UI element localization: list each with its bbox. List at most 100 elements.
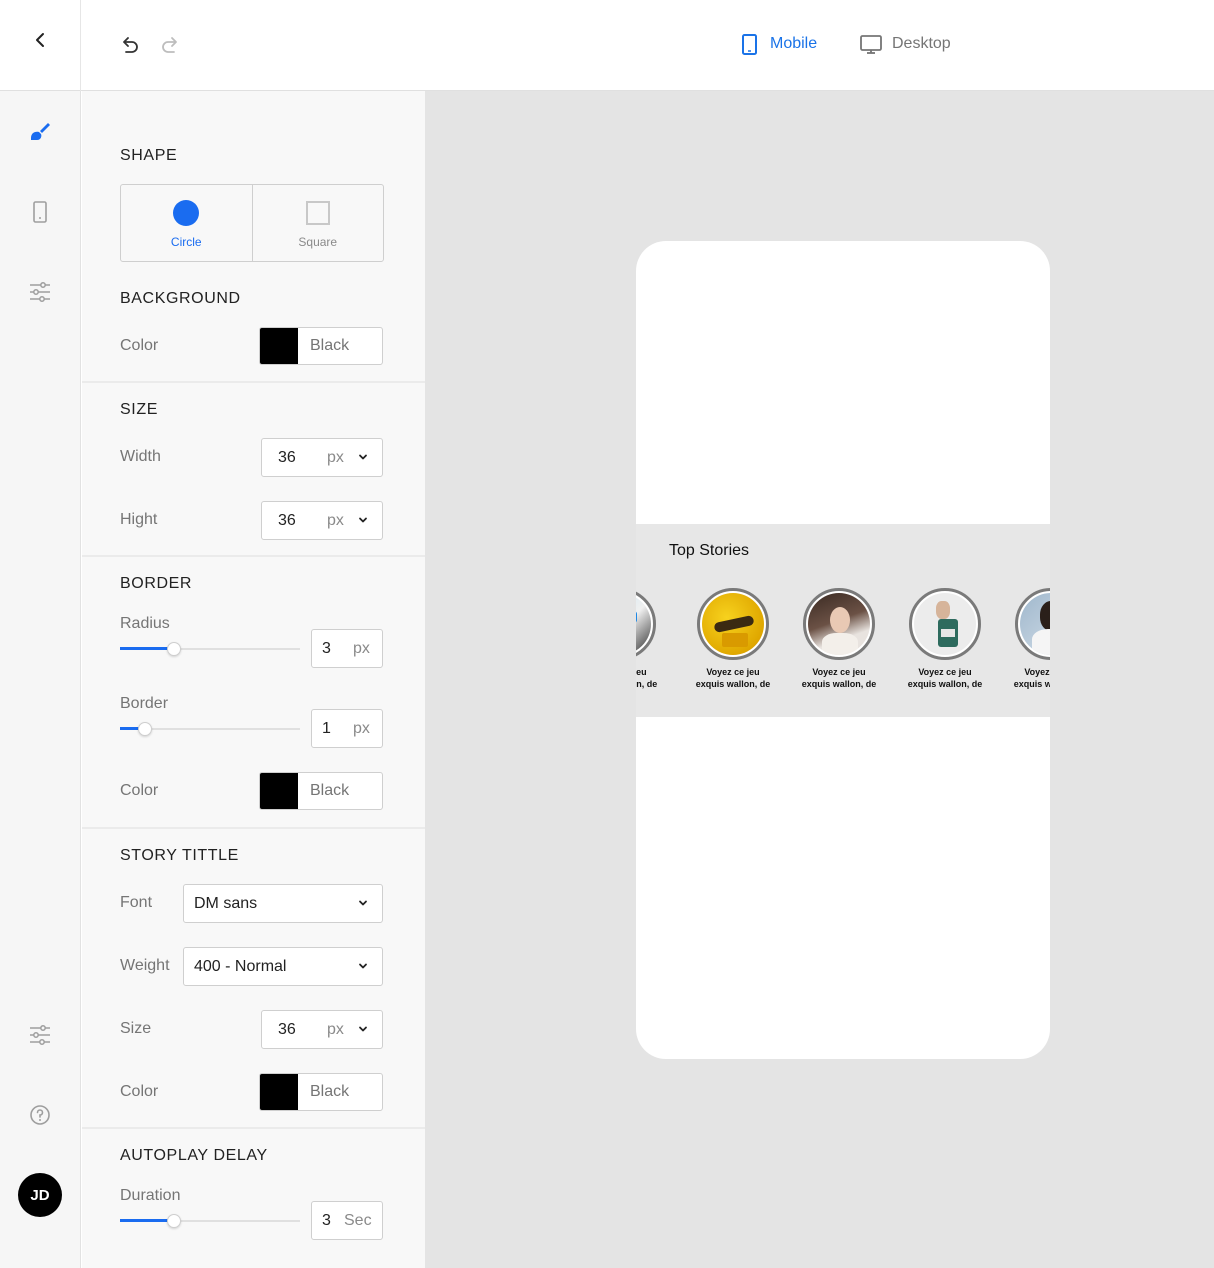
story-image	[636, 593, 651, 655]
shape-background-section: SHAPE Circle Square BACKGROUND Color Bla…	[82, 91, 425, 383]
chevron-down-icon	[359, 900, 367, 906]
slider-fill	[120, 647, 174, 650]
color-swatch	[260, 773, 298, 809]
duration-slider[interactable]	[120, 1213, 300, 1229]
width-input[interactable]: 36 px	[261, 438, 383, 477]
shape-option-square[interactable]: Square	[251, 185, 384, 261]
height-value: 36	[278, 511, 296, 529]
avatar[interactable]: JD	[18, 1173, 62, 1217]
color-swatch	[260, 1074, 298, 1110]
border-section: BORDER Radius 3 px Border 1 px Color Bla…	[82, 557, 425, 829]
duration-input[interactable]: 3 Sec	[311, 1201, 383, 1240]
chevron-down-icon	[359, 963, 367, 969]
width-label: Width	[120, 448, 161, 465]
redo-button[interactable]	[158, 33, 182, 57]
story-image	[808, 593, 870, 655]
story-caption: Voyez ce jeu exquis wallon, de	[636, 667, 658, 689]
radius-unit: px	[353, 640, 370, 657]
font-value: DM sans	[194, 895, 258, 912]
view-mobile-tab[interactable]: Mobile	[740, 32, 817, 56]
radius-slider[interactable]	[120, 641, 300, 657]
shape-option-circle[interactable]: Circle	[121, 185, 252, 261]
story-title-section-title: STORY TITTLE	[120, 847, 239, 864]
weight-value: 400 - Normal	[194, 958, 287, 975]
rail-item-settings[interactable]	[28, 280, 52, 304]
border-width-label: Border	[120, 695, 169, 712]
rail-item-help[interactable]	[28, 1103, 52, 1127]
duration-label: Duration	[120, 1187, 181, 1204]
story-thumbnail	[697, 588, 769, 660]
circle-shape-icon	[173, 200, 200, 226]
radius-label: Radius	[120, 615, 170, 632]
shape-option-label: Square	[298, 235, 338, 249]
shape-selector: Circle Square	[120, 184, 384, 262]
height-input[interactable]: 36 px	[261, 501, 383, 540]
stories-title: Top Stories	[669, 542, 750, 559]
story-thumbnail	[909, 588, 981, 660]
title-color-label: Color	[120, 1083, 159, 1100]
font-size-input[interactable]: 36 px	[261, 1010, 383, 1049]
weight-label: Weight	[120, 957, 170, 974]
background-section-title: BACKGROUND	[120, 290, 241, 307]
chevron-down-icon	[359, 1026, 367, 1032]
left-rail: JD	[0, 91, 81, 1268]
story-caption: Voyez ce jeu exquis wallon, de	[801, 667, 877, 689]
weight-select[interactable]: 400 - Normal	[183, 947, 383, 986]
square-shape-icon	[305, 201, 330, 225]
help-icon	[30, 1105, 50, 1125]
story-image	[1020, 593, 1050, 655]
border-color-label: Color	[120, 782, 159, 799]
back-button[interactable]	[28, 28, 52, 52]
border-width-input[interactable]: 1 px	[311, 709, 383, 748]
story-caption: Voyez ce jeu exquis wallon, de	[1013, 667, 1050, 689]
story-image	[914, 593, 976, 655]
view-mobile-label: Mobile	[770, 35, 818, 52]
redo-icon	[162, 37, 177, 53]
font-size-value: 36	[278, 1020, 296, 1038]
story-item[interactable]: Voyez ce jeu exquis wallon, de	[900, 588, 990, 690]
font-size-label: Size	[120, 1020, 152, 1037]
width-unit: px	[327, 448, 344, 466]
title-color-picker[interactable]: Black	[259, 1073, 383, 1111]
border-width-slider[interactable]	[120, 721, 300, 737]
undo-icon	[123, 37, 138, 53]
story-item[interactable]: Voyez ce jeu exquis wallon, de	[688, 588, 778, 690]
shape-option-label: Circle	[170, 235, 202, 249]
border-color-picker[interactable]: Black	[259, 772, 383, 810]
story-caption: Voyez ce jeu exquis wallon, de	[907, 667, 983, 689]
divider	[80, 0, 81, 91]
border-width-unit: px	[353, 720, 370, 737]
height-label: Hight	[120, 511, 158, 528]
story-item[interactable]: Voyez ce jeu exquis wallon, de	[1006, 588, 1050, 690]
view-desktop-tab[interactable]: Desktop	[860, 32, 951, 56]
slider-fill	[120, 1219, 174, 1222]
rail-item-layout[interactable]	[28, 200, 52, 224]
undo-button[interactable]	[118, 33, 142, 57]
autoplay-section-title: AUTOPLAY DELAY	[120, 1147, 268, 1164]
brush-icon	[31, 123, 50, 140]
font-select[interactable]: DM sans	[183, 884, 383, 923]
mobile-preview-frame: Top Stories Voyez ce jeu exquis wallon, …	[636, 241, 1050, 1059]
width-value: 36	[278, 448, 296, 466]
preview-canvas: Top Stories Voyez ce jeu exquis wallon, …	[425, 91, 1214, 1268]
rail-item-style[interactable]	[28, 120, 52, 144]
slider-thumb[interactable]	[167, 1214, 181, 1228]
rail-item-preferences[interactable]	[28, 1023, 52, 1047]
chevron-left-icon	[36, 33, 44, 47]
phone-icon	[742, 34, 757, 55]
story-title-section: STORY TITTLE Font DM sans Weight 400 - N…	[82, 829, 425, 1129]
sliders-icon	[30, 282, 50, 302]
size-section-title: SIZE	[120, 401, 158, 418]
story-item[interactable]: Voyez ce jeu exquis wallon, de	[636, 588, 665, 690]
slider-thumb[interactable]	[167, 642, 181, 656]
background-color-picker[interactable]: Black	[259, 327, 383, 365]
phone-outline-icon	[33, 201, 47, 223]
top-bar: Mobile Desktop	[0, 0, 1214, 91]
story-item[interactable]: Voyez ce jeu exquis wallon, de	[794, 588, 884, 690]
story-thumbnail	[803, 588, 875, 660]
slider-thumb[interactable]	[138, 722, 152, 736]
radius-value: 3	[322, 640, 331, 657]
sliders-icon	[30, 1025, 50, 1045]
radius-input[interactable]: 3 px	[311, 629, 383, 668]
background-color-label: Color	[120, 337, 159, 354]
